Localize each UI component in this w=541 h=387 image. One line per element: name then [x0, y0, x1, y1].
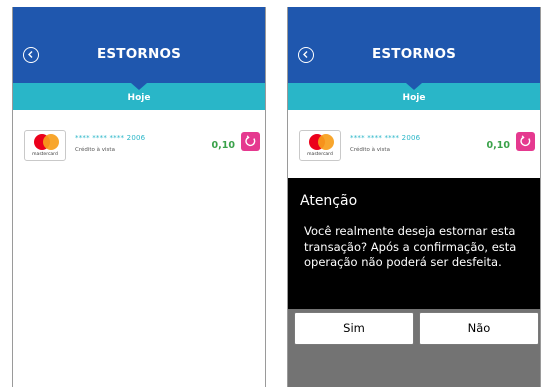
refunds-screen-list: ESTORNOS Hoje mastercard **** **** **** … [12, 7, 266, 387]
date-section-label: Hoje [127, 93, 151, 103]
app-header: ESTORNOS [13, 7, 265, 83]
refund-button[interactable] [241, 132, 260, 151]
date-section-bar: Hoje [13, 83, 265, 110]
mastercard-logo: mastercard [299, 130, 341, 161]
card-brand-label: mastercard [307, 152, 333, 157]
transaction-row[interactable]: mastercard **** **** **** 2006 Crédito à… [288, 120, 540, 164]
mastercard-yellow-circle [318, 134, 334, 150]
refund-icon [520, 135, 531, 147]
dialog-message: Você realmente deseja estornar esta tran… [304, 224, 517, 269]
date-section-bar: Hoje [288, 83, 540, 110]
page-title: ESTORNOS [371, 46, 457, 62]
masked-card-number: **** **** **** 2006 [75, 134, 146, 142]
refunds-screen-confirm: ESTORNOS Hoje mastercard **** **** **** … [287, 7, 541, 387]
mastercard-logo: mastercard [24, 130, 66, 161]
card-brand-label: mastercard [32, 152, 58, 157]
date-section-label: Hoje [402, 93, 426, 103]
page-title: ESTORNOS [96, 46, 182, 62]
masked-card-number: **** **** **** 2006 [350, 134, 421, 142]
transaction-type: Crédito à vista [75, 147, 115, 153]
refund-icon [245, 135, 256, 147]
transaction-row[interactable]: mastercard **** **** **** 2006 Crédito à… [13, 120, 265, 164]
transaction-type: Crédito à vista [350, 147, 390, 153]
mastercard-yellow-circle [43, 134, 59, 150]
dialog-title: Atenção [300, 193, 358, 209]
confirm-yes-button[interactable]: Sim [294, 312, 414, 345]
header-notch [131, 83, 147, 90]
confirm-dialog: Atenção Você realmente deseja estornar e… [288, 178, 540, 309]
header-notch [406, 83, 422, 90]
confirm-no-button[interactable]: Não [419, 312, 539, 345]
transaction-amount: 0,10 [486, 140, 510, 151]
refund-button[interactable] [516, 132, 535, 151]
app-header: ESTORNOS [288, 7, 540, 83]
transaction-amount: 0,10 [211, 140, 235, 151]
